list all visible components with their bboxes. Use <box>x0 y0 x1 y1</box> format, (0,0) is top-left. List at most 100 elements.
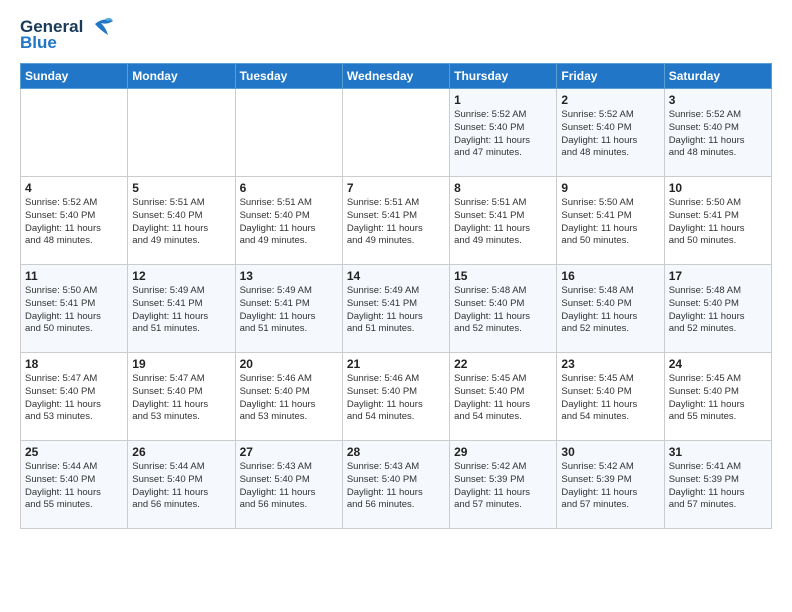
calendar-cell: 15Sunrise: 5:48 AM Sunset: 5:40 PM Dayli… <box>450 265 557 353</box>
day-detail: Sunrise: 5:51 AM Sunset: 5:41 PM Dayligh… <box>347 197 445 248</box>
calendar-cell: 7 Sunrise: 5:51 AM Sunset: 5:41 PM Daylig… <box>342 177 449 265</box>
calendar-cell: 4Sunrise: 5:52 AM Sunset: 5:40 PM Daylig… <box>21 177 128 265</box>
calendar-cell: 10Sunrise: 5:50 AM Sunset: 5:41 PM Dayli… <box>664 177 771 265</box>
day-detail: Sunrise: 5:52 AM Sunset: 5:40 PM Dayligh… <box>454 109 552 160</box>
day-detail: Sunrise: 5:48 AM Sunset: 5:40 PM Dayligh… <box>561 285 659 336</box>
day-detail: Sunrise: 5:52 AM Sunset: 5:40 PM Dayligh… <box>669 109 767 160</box>
day-detail: Sunrise: 5:41 AM Sunset: 5:39 PM Dayligh… <box>669 461 767 512</box>
logo-blue-text: Blue <box>20 33 57 53</box>
day-detail: Sunrise: 5:50 AM Sunset: 5:41 PM Dayligh… <box>561 197 659 248</box>
day-header-saturday: Saturday <box>664 64 771 89</box>
calendar-cell: 30Sunrise: 5:42 AM Sunset: 5:39 PM Dayli… <box>557 441 664 529</box>
calendar-cell: 17 Sunrise: 5:48 AM Sunset: 5:40 PM Dayli… <box>664 265 771 353</box>
day-detail: Sunrise: 5:44 AM Sunset: 5:40 PM Dayligh… <box>132 461 230 512</box>
day-number: 31 <box>669 445 767 459</box>
day-detail: Sunrise: 5:44 AM Sunset: 5:40 PM Dayligh… <box>25 461 123 512</box>
week-row-1: 1 Sunrise: 5:52 AM Sunset: 5:40 PM Daylig… <box>21 89 772 177</box>
calendar-cell: 12Sunrise: 5:49 AM Sunset: 5:41 PM Dayli… <box>128 265 235 353</box>
day-detail: Sunrise: 5:42 AM Sunset: 5:39 PM Dayligh… <box>561 461 659 512</box>
calendar-cell: 1 Sunrise: 5:52 AM Sunset: 5:40 PM Daylig… <box>450 89 557 177</box>
day-number: 19 <box>132 357 230 371</box>
day-number: 14 <box>347 269 445 283</box>
week-row-4: 18Sunrise: 5:47 AM Sunset: 5:40 PM Dayli… <box>21 353 772 441</box>
calendar-cell: 2 Sunrise: 5:52 AM Sunset: 5:40 PM Daylig… <box>557 89 664 177</box>
day-number: 7 <box>347 181 445 195</box>
day-number: 20 <box>240 357 338 371</box>
day-header-monday: Monday <box>128 64 235 89</box>
day-detail: Sunrise: 5:45 AM Sunset: 5:40 PM Dayligh… <box>561 373 659 424</box>
calendar-cell: 27Sunrise: 5:43 AM Sunset: 5:40 PM Dayli… <box>235 441 342 529</box>
week-row-2: 4Sunrise: 5:52 AM Sunset: 5:40 PM Daylig… <box>21 177 772 265</box>
calendar-cell: 31 Sunrise: 5:41 AM Sunset: 5:39 PM Dayli… <box>664 441 771 529</box>
day-detail: Sunrise: 5:51 AM Sunset: 5:41 PM Dayligh… <box>454 197 552 248</box>
day-number: 21 <box>347 357 445 371</box>
day-number: 15 <box>454 269 552 283</box>
calendar-cell: 20Sunrise: 5:46 AM Sunset: 5:40 PM Dayli… <box>235 353 342 441</box>
day-number: 13 <box>240 269 338 283</box>
day-detail: Sunrise: 5:46 AM Sunset: 5:40 PM Dayligh… <box>347 373 445 424</box>
day-number: 2 <box>561 93 659 107</box>
day-detail: Sunrise: 5:43 AM Sunset: 5:40 PM Dayligh… <box>240 461 338 512</box>
calendar-cell <box>342 89 449 177</box>
calendar-cell: 22 Sunrise: 5:45 AM Sunset: 5:40 PM Dayli… <box>450 353 557 441</box>
day-detail: Sunrise: 5:52 AM Sunset: 5:40 PM Dayligh… <box>561 109 659 160</box>
header: General Blue <box>20 16 772 53</box>
day-number: 29 <box>454 445 552 459</box>
day-number: 28 <box>347 445 445 459</box>
day-number: 16 <box>561 269 659 283</box>
day-detail: Sunrise: 5:50 AM Sunset: 5:41 PM Dayligh… <box>25 285 123 336</box>
day-header-wednesday: Wednesday <box>342 64 449 89</box>
calendar-cell: 18Sunrise: 5:47 AM Sunset: 5:40 PM Dayli… <box>21 353 128 441</box>
day-number: 18 <box>25 357 123 371</box>
day-detail: Sunrise: 5:51 AM Sunset: 5:40 PM Dayligh… <box>132 197 230 248</box>
day-number: 24 <box>669 357 767 371</box>
day-header-thursday: Thursday <box>450 64 557 89</box>
calendar-cell: 28Sunrise: 5:43 AM Sunset: 5:40 PM Dayli… <box>342 441 449 529</box>
calendar-cell <box>128 89 235 177</box>
day-detail: Sunrise: 5:51 AM Sunset: 5:40 PM Dayligh… <box>240 197 338 248</box>
calendar-cell: 8 Sunrise: 5:51 AM Sunset: 5:41 PM Daylig… <box>450 177 557 265</box>
calendar-cell: 19Sunrise: 5:47 AM Sunset: 5:40 PM Dayli… <box>128 353 235 441</box>
day-detail: Sunrise: 5:45 AM Sunset: 5:40 PM Dayligh… <box>454 373 552 424</box>
calendar-cell <box>235 89 342 177</box>
day-number: 1 <box>454 93 552 107</box>
day-detail: Sunrise: 5:42 AM Sunset: 5:39 PM Dayligh… <box>454 461 552 512</box>
calendar-cell <box>21 89 128 177</box>
day-number: 4 <box>25 181 123 195</box>
day-detail: Sunrise: 5:49 AM Sunset: 5:41 PM Dayligh… <box>240 285 338 336</box>
day-number: 17 <box>669 269 767 283</box>
day-number: 6 <box>240 181 338 195</box>
calendar-cell: 16 Sunrise: 5:48 AM Sunset: 5:40 PM Dayli… <box>557 265 664 353</box>
day-number: 8 <box>454 181 552 195</box>
calendar-cell: 25 Sunrise: 5:44 AM Sunset: 5:40 PM Dayli… <box>21 441 128 529</box>
calendar-cell: 13 Sunrise: 5:49 AM Sunset: 5:41 PM Dayli… <box>235 265 342 353</box>
calendar-cell: 24 Sunrise: 5:45 AM Sunset: 5:40 PM Dayli… <box>664 353 771 441</box>
day-number: 25 <box>25 445 123 459</box>
calendar: SundayMondayTuesdayWednesdayThursdayFrid… <box>20 63 772 529</box>
calendar-cell: 6 Sunrise: 5:51 AM Sunset: 5:40 PM Daylig… <box>235 177 342 265</box>
day-header-friday: Friday <box>557 64 664 89</box>
calendar-cell: 3 Sunrise: 5:52 AM Sunset: 5:40 PM Daylig… <box>664 89 771 177</box>
day-number: 23 <box>561 357 659 371</box>
day-detail: Sunrise: 5:49 AM Sunset: 5:41 PM Dayligh… <box>347 285 445 336</box>
page: General Blue SundayMondayTuesdayWednesda… <box>0 0 792 539</box>
day-number: 3 <box>669 93 767 107</box>
day-detail: Sunrise: 5:48 AM Sunset: 5:40 PM Dayligh… <box>669 285 767 336</box>
header-row: SundayMondayTuesdayWednesdayThursdayFrid… <box>21 64 772 89</box>
day-number: 26 <box>132 445 230 459</box>
calendar-cell: 26 Sunrise: 5:44 AM Sunset: 5:40 PM Dayli… <box>128 441 235 529</box>
day-number: 9 <box>561 181 659 195</box>
logo: General Blue <box>20 16 113 53</box>
logo-bird-icon <box>85 16 113 38</box>
day-number: 22 <box>454 357 552 371</box>
calendar-cell: 11Sunrise: 5:50 AM Sunset: 5:41 PM Dayli… <box>21 265 128 353</box>
day-detail: Sunrise: 5:45 AM Sunset: 5:40 PM Dayligh… <box>669 373 767 424</box>
week-row-3: 11Sunrise: 5:50 AM Sunset: 5:41 PM Dayli… <box>21 265 772 353</box>
calendar-cell: 5Sunrise: 5:51 AM Sunset: 5:40 PM Daylig… <box>128 177 235 265</box>
calendar-header: SundayMondayTuesdayWednesdayThursdayFrid… <box>21 64 772 89</box>
calendar-body: 1 Sunrise: 5:52 AM Sunset: 5:40 PM Daylig… <box>21 89 772 529</box>
calendar-cell: 29 Sunrise: 5:42 AM Sunset: 5:39 PM Dayli… <box>450 441 557 529</box>
calendar-cell: 14 Sunrise: 5:49 AM Sunset: 5:41 PM Dayli… <box>342 265 449 353</box>
day-header-tuesday: Tuesday <box>235 64 342 89</box>
day-header-sunday: Sunday <box>21 64 128 89</box>
